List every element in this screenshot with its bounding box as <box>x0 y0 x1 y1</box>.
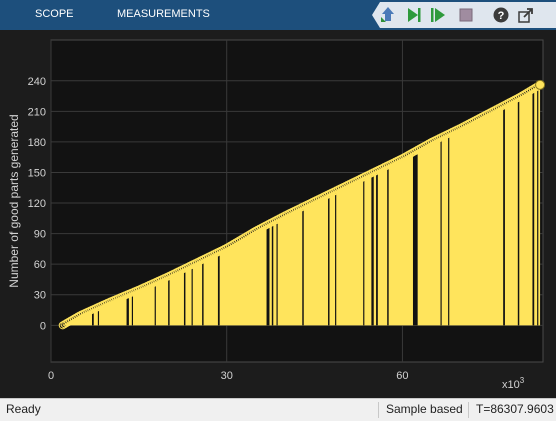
stop-button[interactable] <box>456 5 476 25</box>
x-axis-ticks: 0 30 60 <box>48 370 409 382</box>
data-gap <box>302 209 304 326</box>
highlight-block-icon <box>381 7 394 22</box>
svg-text:?: ? <box>498 10 505 22</box>
tab-measurements[interactable]: MEASUREMENTS <box>117 8 210 20</box>
data-gap <box>363 179 365 326</box>
quick-access-toolbar: ? <box>372 2 556 28</box>
data-gap <box>266 227 270 326</box>
scope-plot[interactable]: 0 30 60 90 120 150 180 210 240 0 30 60 Number of g… <box>0 30 556 398</box>
undock-icon <box>518 8 533 23</box>
data-gap <box>537 88 539 326</box>
status-bar: Ready Sample based T=86307.9603 <box>0 398 556 421</box>
data-gap <box>168 278 170 326</box>
y-tick-label: 210 <box>28 106 46 118</box>
toolstrip: SCOPE MEASUREMENTS ? <box>0 0 556 30</box>
y-tick-label: 30 <box>34 290 46 302</box>
y-tick-label: 0 <box>40 320 46 332</box>
y-tick-label: 60 <box>34 259 46 271</box>
data-gap <box>271 224 274 326</box>
data-gap <box>97 309 100 326</box>
status-separator <box>468 402 469 418</box>
help-button[interactable]: ? <box>491 5 511 25</box>
run-icon <box>431 8 445 22</box>
highlight-simulink-block-button[interactable] <box>378 5 398 25</box>
stop-icon <box>459 8 473 22</box>
data-gap <box>376 173 378 326</box>
scope-display: 0 30 60 90 120 150 180 210 240 0 30 60 Number of g… <box>0 30 556 398</box>
x-tick-label: 30 <box>221 370 233 382</box>
data-gap <box>371 175 374 326</box>
data-gap <box>217 254 220 326</box>
x-axis-exponent: x103 <box>502 376 525 391</box>
y-tick-label: 180 <box>28 137 46 149</box>
data-gap <box>387 167 389 326</box>
data-gap <box>191 267 193 326</box>
y-tick-label: 90 <box>34 229 46 241</box>
tab-scope[interactable]: SCOPE <box>35 8 74 20</box>
data-gap <box>412 154 418 326</box>
data-gap <box>532 91 535 326</box>
y-axis-label: Number of good parts generated <box>7 114 21 287</box>
run-button[interactable] <box>428 5 448 25</box>
step-forward-icon <box>408 8 421 22</box>
status-state: Ready <box>6 402 41 416</box>
undock-button[interactable] <box>516 5 536 25</box>
data-gap <box>440 139 442 326</box>
x-tick-label: 0 <box>48 370 54 382</box>
status-separator <box>378 402 379 418</box>
data-gap <box>503 107 505 326</box>
y-axis-ticks: 0 30 60 90 120 150 180 210 240 <box>28 76 46 333</box>
data-gap <box>517 100 520 326</box>
data-gap <box>126 296 129 326</box>
status-mode: Sample based <box>386 402 463 416</box>
data-gap <box>183 270 186 326</box>
data-gap <box>335 193 337 326</box>
y-tick-label: 240 <box>28 76 46 88</box>
data-gap <box>448 135 450 326</box>
data-gap <box>276 221 278 326</box>
last-data-marker <box>535 79 546 90</box>
y-tick-label: 150 <box>28 167 46 179</box>
y-tick-label: 120 <box>28 198 46 210</box>
help-icon: ? <box>493 7 509 23</box>
x-tick-label: 60 <box>396 370 408 382</box>
data-gap <box>202 261 204 326</box>
step-forward-button[interactable] <box>404 5 424 25</box>
data-gap <box>328 196 330 326</box>
data-gap <box>131 294 133 326</box>
data-gap <box>154 284 156 326</box>
status-time: T=86307.9603 <box>476 402 554 416</box>
